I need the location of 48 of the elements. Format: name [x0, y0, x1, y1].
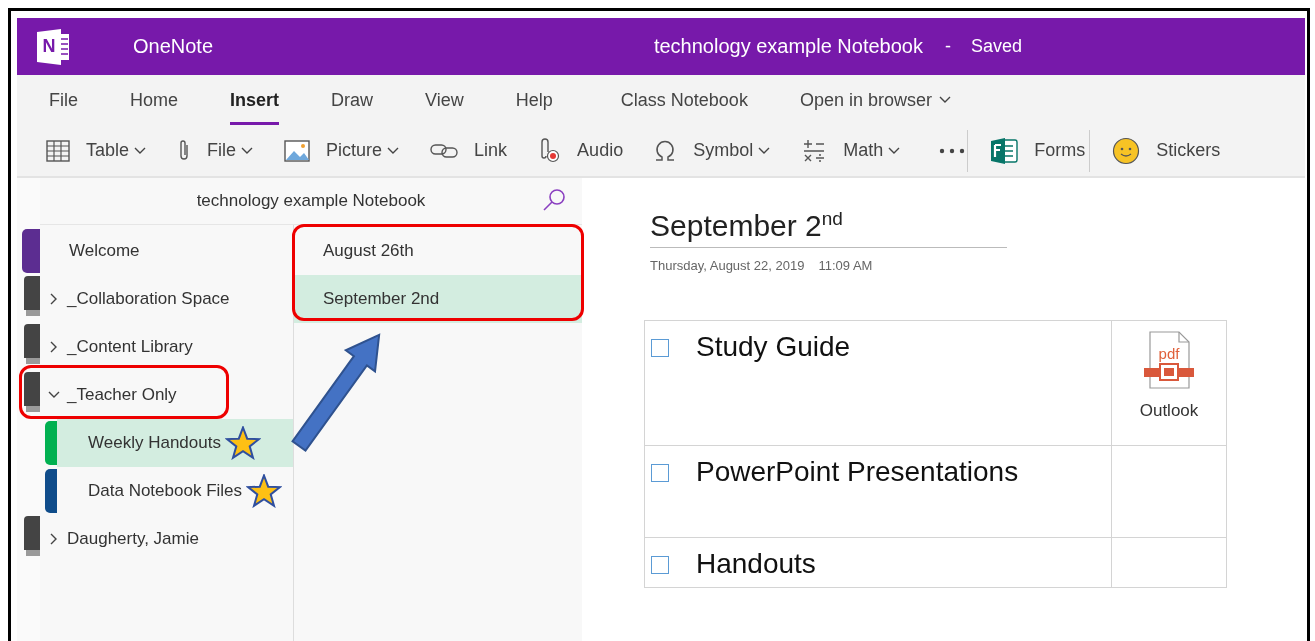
menu-tab[interactable]: Class Notebook — [620, 75, 748, 125]
section-item[interactable]: Weekly Handouts — [88, 433, 221, 453]
search-icon[interactable] — [542, 188, 566, 212]
math-button[interactable]: Math — [801, 132, 902, 169]
forms-icon — [990, 136, 1019, 165]
checkbox[interactable] — [651, 556, 669, 574]
menu-tab[interactable]: View — [425, 75, 464, 125]
page-date: Thursday, August 22, 2019 — [650, 258, 805, 273]
stickers-button[interactable]: Stickers — [1089, 129, 1221, 172]
menu-tab[interactable]: Draw — [331, 75, 374, 125]
smiley-icon — [1112, 136, 1141, 165]
section-group[interactable]: Daugherty, Jamie — [67, 529, 199, 549]
title-separator: - — [944, 36, 951, 57]
notebook-title: technology example Notebook — [653, 35, 923, 58]
section-item[interactable]: Welcome — [40, 227, 293, 275]
menu-tab[interactable]: File — [49, 75, 78, 125]
section-group[interactable]: _Content Library — [67, 337, 193, 357]
page-item[interactable]: September 2nd — [294, 275, 582, 323]
section-group[interactable]: _Collaboration Space — [67, 289, 230, 309]
task-text: Study Guide — [696, 331, 851, 363]
app-name: OneNote — [133, 35, 214, 58]
more-icon[interactable] — [939, 147, 966, 154]
forms-button[interactable]: Forms — [967, 129, 1086, 172]
task-text: Handouts — [696, 548, 816, 580]
link-button[interactable]: Link — [430, 132, 508, 169]
picture-button[interactable]: Picture — [284, 132, 401, 169]
notebook-name: technology example Notebook — [196, 191, 426, 211]
link-icon — [430, 142, 459, 159]
page-item[interactable]: August 26th — [294, 227, 582, 275]
symbol-button[interactable]: Symbol — [653, 132, 772, 169]
section-group[interactable]: _Teacher Only — [67, 385, 177, 405]
attach-button[interactable]: File — [177, 132, 255, 169]
save-status: Saved — [970, 36, 1022, 57]
page-time: 11:09 AM — [818, 258, 873, 273]
table-icon — [46, 139, 70, 162]
picture-icon — [284, 139, 311, 162]
menu-tab[interactable]: Help — [515, 75, 553, 125]
table-button[interactable]: Table — [46, 132, 148, 169]
checkbox[interactable] — [651, 339, 669, 357]
menu-tab[interactable]: Home — [130, 75, 179, 125]
checkbox[interactable] — [651, 464, 669, 482]
attachment-label: Outlook — [1139, 401, 1199, 421]
menu-tab[interactable]: Open in browser — [799, 75, 952, 125]
onenote-logo: N — [37, 28, 71, 65]
task-text: PowerPoint Presentations — [696, 456, 1019, 488]
section-item[interactable]: Data Notebook Files — [88, 481, 243, 501]
audio-button[interactable]: Audio — [537, 132, 624, 169]
page-title: September 2$^{nd}$ — [650, 208, 1007, 248]
